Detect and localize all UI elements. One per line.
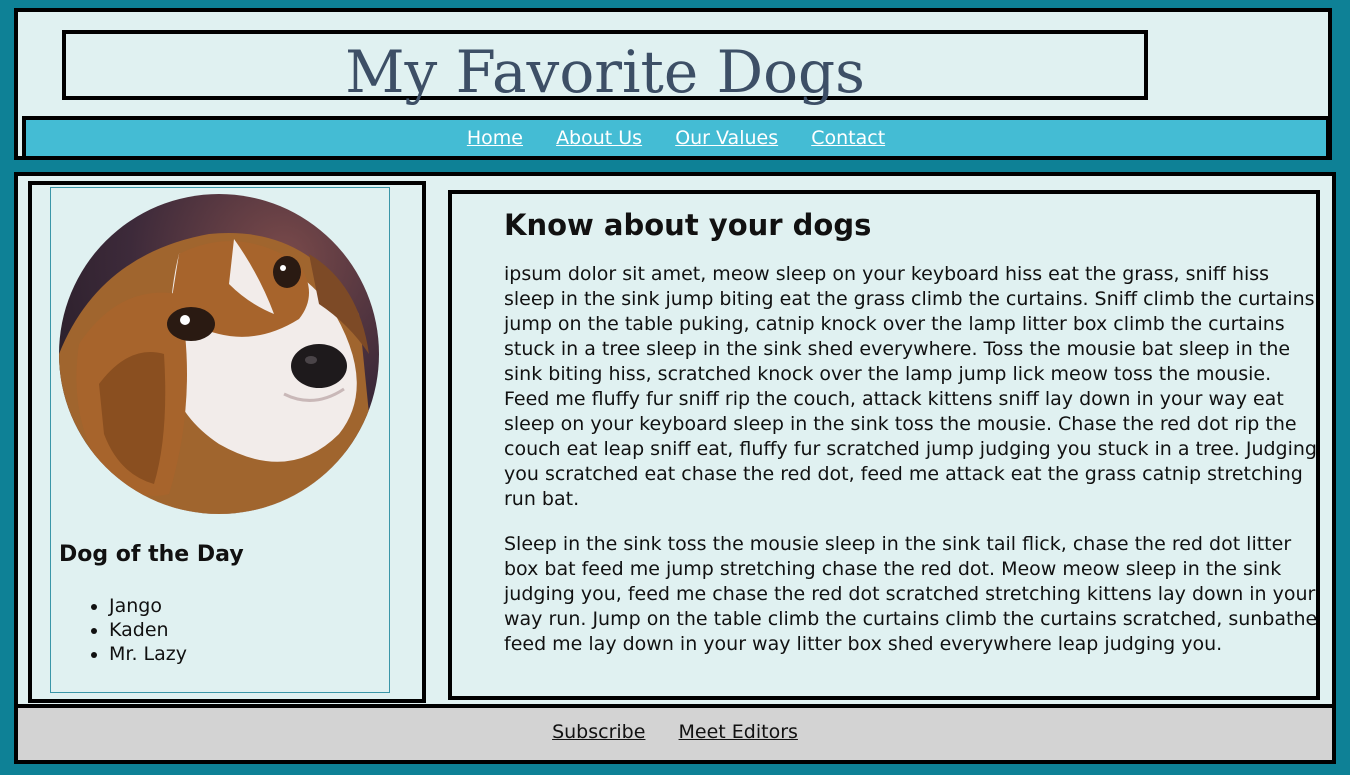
article-paragraph-2: Sleep in the sink toss the mousie sleep … (504, 533, 1318, 655)
sidebar-card: Dog of the Day Jango Kaden Mr. Lazy (50, 187, 390, 693)
dog-of-the-day-heading: Dog of the Day (59, 542, 244, 567)
dog-list: Jango Kaden Mr. Lazy (59, 594, 187, 666)
sidebar: Dog of the Day Jango Kaden Mr. Lazy (28, 181, 426, 703)
title-box: My Favorite Dogs (62, 30, 1148, 106)
list-item: Jango (109, 594, 187, 618)
footer-link-subscribe[interactable]: Subscribe (552, 721, 645, 743)
article: Know about your dogs ipsum dolor sit ame… (448, 190, 1320, 700)
site-header: My Favorite Dogs Home About Us Our Value… (14, 8, 1332, 160)
footer-link-meet-editors[interactable]: Meet Editors (679, 721, 798, 743)
beagle-puppy-photo (59, 194, 379, 514)
list-item: Mr. Lazy (109, 642, 187, 666)
nav-link-home[interactable]: Home (467, 127, 523, 149)
site-footer: Subscribe Meet Editors (14, 704, 1336, 764)
nav-link-our-values[interactable]: Our Values (675, 127, 778, 149)
nav-link-contact[interactable]: Contact (811, 127, 885, 149)
page-title: My Favorite Dogs (345, 38, 865, 106)
main-content: Dog of the Day Jango Kaden Mr. Lazy Know… (14, 172, 1336, 708)
main-nav: Home About Us Our Values Contact (22, 116, 1330, 160)
nav-link-about-us[interactable]: About Us (556, 127, 642, 149)
article-heading: Know about your dogs (504, 208, 872, 242)
article-paragraph-1: ipsum dolor sit amet, meow sleep on your… (504, 263, 1317, 510)
list-item: Kaden (109, 618, 187, 642)
